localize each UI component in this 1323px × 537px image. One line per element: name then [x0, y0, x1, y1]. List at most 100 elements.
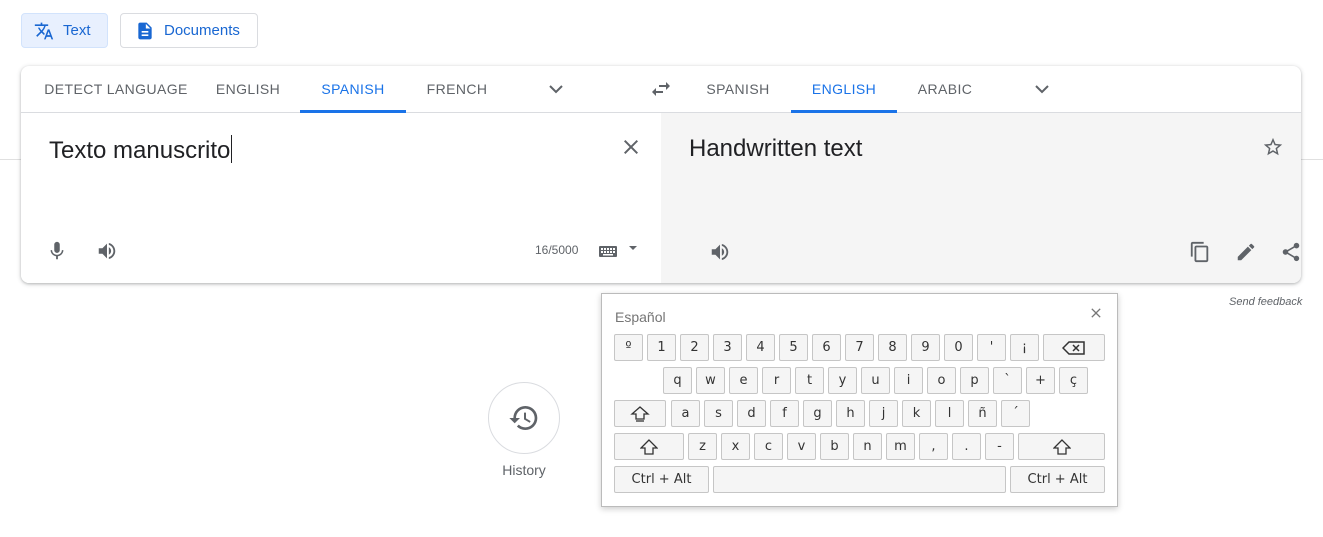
key-row3-9[interactable]: ñ	[968, 400, 997, 427]
close-icon	[1091, 308, 1101, 318]
backspace-icon	[1062, 340, 1085, 355]
key-row3-4[interactable]: g	[803, 400, 832, 427]
keyboard-layout-title: Español	[615, 309, 666, 325]
key-row3-3[interactable]: f	[770, 400, 799, 427]
close-icon	[624, 140, 638, 154]
key-row2-11[interactable]: +	[1026, 367, 1055, 394]
key-row4-9[interactable]: -	[985, 433, 1014, 460]
key-row1-11[interactable]: '	[977, 334, 1006, 361]
shift-icon	[1052, 438, 1071, 455]
clear-source-button[interactable]	[619, 135, 643, 159]
right-ctrl-alt-key[interactable]: Ctrl + Alt	[1010, 466, 1105, 493]
key-row3-0[interactable]: a	[671, 400, 700, 427]
key-row4-3[interactable]: v	[787, 433, 816, 460]
copy-icon	[1190, 241, 1209, 263]
share-translation-button[interactable]	[1279, 240, 1301, 264]
translation-card: DETECT LANGUAGE ENGLISH SPANISH FRENCH S…	[21, 66, 1301, 283]
key-row2-10[interactable]: `	[993, 367, 1022, 394]
key-row4-4[interactable]: b	[820, 433, 849, 460]
text-caret	[231, 135, 233, 163]
source-more-languages-button[interactable]	[544, 77, 568, 101]
tab-detect-language[interactable]: DETECT LANGUAGE	[31, 66, 201, 112]
tab-source-spanish[interactable]: SPANISH	[300, 66, 406, 113]
key-row1-5[interactable]: 5	[779, 334, 808, 361]
listen-source-button[interactable]	[95, 239, 119, 263]
copy-translation-button[interactable]	[1188, 240, 1212, 264]
key-row4-1[interactable]: x	[721, 433, 750, 460]
key-row1-7[interactable]: 7	[845, 334, 874, 361]
documents-mode-button[interactable]: Documents	[120, 13, 258, 48]
tab-target-english[interactable]: ENGLISH	[791, 66, 897, 113]
key-row1-12[interactable]: ¡	[1010, 334, 1039, 361]
key-row1-2[interactable]: 2	[680, 334, 709, 361]
swap-icon	[652, 82, 670, 96]
key-row4-2[interactable]: c	[754, 433, 783, 460]
text-mode-button[interactable]: Text	[21, 13, 108, 48]
left-shift-key[interactable]	[614, 433, 684, 460]
key-row2-3[interactable]: r	[762, 367, 791, 394]
send-feedback-link[interactable]: Send feedback	[1229, 296, 1302, 308]
input-tools-dropdown[interactable]	[626, 241, 640, 255]
chevron-down-icon	[1035, 85, 1049, 94]
keyboard-close-button[interactable]	[1085, 302, 1107, 324]
key-row1-0[interactable]: º	[614, 334, 643, 361]
right-shift-key[interactable]	[1018, 433, 1105, 460]
key-row1-9[interactable]: 9	[911, 334, 940, 361]
key-row3-8[interactable]: l	[935, 400, 964, 427]
key-row2-6[interactable]: u	[861, 367, 890, 394]
voice-input-button[interactable]	[45, 239, 69, 263]
caps-lock-key[interactable]	[614, 400, 666, 427]
key-row1-6[interactable]: 6	[812, 334, 841, 361]
space-key[interactable]	[713, 466, 1006, 493]
source-pane[interactable]: Texto manuscrito 16/5000	[21, 113, 661, 283]
key-row1-1[interactable]: 1	[647, 334, 676, 361]
key-row4-0[interactable]: z	[688, 433, 717, 460]
input-tools-button[interactable]	[597, 241, 619, 261]
save-translation-button[interactable]	[1261, 135, 1285, 159]
key-row1-3[interactable]: 3	[713, 334, 742, 361]
character-counter: 16/5000	[535, 243, 579, 257]
key-row3-5[interactable]: h	[836, 400, 865, 427]
key-row4-7[interactable]: ,	[919, 433, 948, 460]
key-row1-4[interactable]: 4	[746, 334, 775, 361]
tab-source-english[interactable]: ENGLISH	[201, 66, 295, 112]
caret-down-icon	[629, 246, 637, 250]
key-row3-1[interactable]: s	[704, 400, 733, 427]
key-row3-10[interactable]: ´	[1001, 400, 1030, 427]
keyboard-icon	[599, 246, 617, 257]
source-text-input[interactable]: Texto manuscrito	[49, 135, 233, 165]
key-row3-6[interactable]: j	[869, 400, 898, 427]
target-more-languages-button[interactable]	[1030, 77, 1054, 101]
key-row2-7[interactable]: i	[894, 367, 923, 394]
backspace-key[interactable]	[1043, 334, 1105, 361]
tab-target-spanish[interactable]: SPANISH	[693, 66, 783, 112]
listen-translation-button[interactable]	[708, 240, 732, 264]
key-row1-8[interactable]: 8	[878, 334, 907, 361]
tab-target-arabic[interactable]: ARABIC	[897, 66, 993, 112]
key-row4-8[interactable]: .	[952, 433, 981, 460]
key-row3-7[interactable]: k	[902, 400, 931, 427]
key-row2-12[interactable]: ç	[1059, 367, 1088, 394]
speaker-icon	[711, 243, 729, 261]
documents-mode-label: Documents	[164, 22, 240, 39]
key-row4-6[interactable]: m	[886, 433, 915, 460]
source-text: Texto manuscrito	[49, 137, 231, 164]
swap-languages-button[interactable]	[648, 77, 674, 101]
key-row2-1[interactable]: w	[696, 367, 725, 394]
shift-icon	[640, 438, 658, 455]
key-row1-10[interactable]: 0	[944, 334, 973, 361]
tab-source-french[interactable]: FRENCH	[406, 66, 508, 112]
history-button[interactable]	[488, 382, 560, 454]
left-ctrl-alt-key[interactable]: Ctrl + Alt	[614, 466, 709, 493]
key-row3-2[interactable]: d	[737, 400, 766, 427]
key-row2-8[interactable]: o	[927, 367, 956, 394]
key-row2-9[interactable]: p	[960, 367, 989, 394]
key-row2-4[interactable]: t	[795, 367, 824, 394]
key-row4-5[interactable]: n	[853, 433, 882, 460]
translated-text: Handwritten text	[689, 135, 863, 162]
key-row2-5[interactable]: y	[828, 367, 857, 394]
edit-translation-button[interactable]	[1234, 240, 1258, 264]
key-row2-2[interactable]: e	[729, 367, 758, 394]
key-row2-0[interactable]: q	[663, 367, 692, 394]
share-icon	[1282, 242, 1300, 262]
